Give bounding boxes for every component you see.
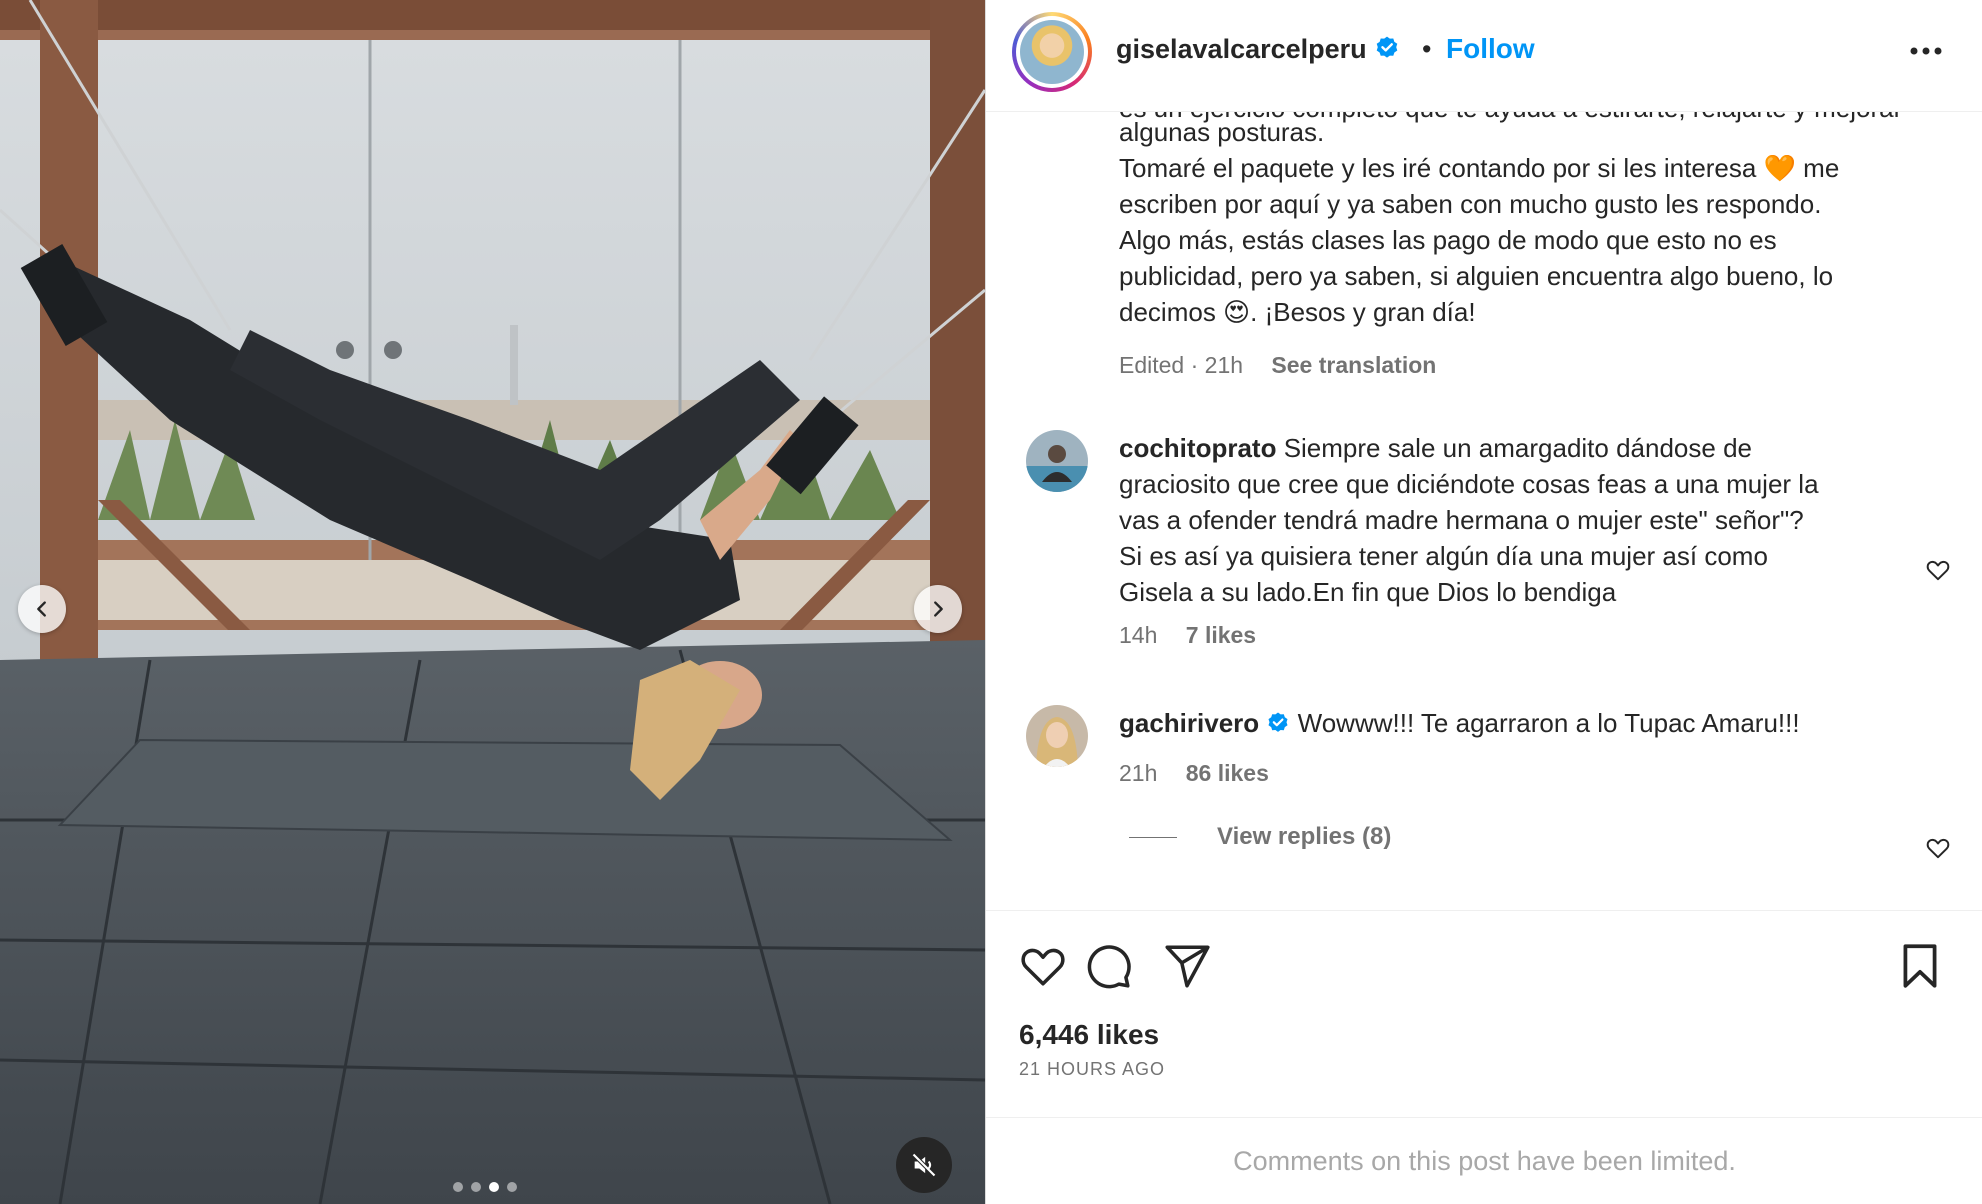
replies-divider-line bbox=[1129, 836, 1177, 838]
carousel-next-button[interactable] bbox=[914, 585, 962, 633]
comment-text: cochitoprato Siempre sale un amargadito … bbox=[1119, 430, 1919, 610]
comment-line: Siempre sale un amargadito dándose de bbox=[1283, 433, 1752, 463]
bookmark-icon[interactable] bbox=[1895, 941, 1945, 991]
comments-scroll-area[interactable]: es un ejercicio completo que te ayuda a … bbox=[986, 112, 1982, 910]
comment-time[interactable]: 21h bbox=[1119, 760, 1157, 786]
chevron-left-icon bbox=[37, 601, 46, 617]
heart-icon[interactable] bbox=[1018, 941, 1068, 991]
mute-toggle-button[interactable] bbox=[896, 1137, 952, 1193]
see-translation-link[interactable]: See translation bbox=[1271, 352, 1436, 378]
post-actions: 6,446 likes 21 HOURS AGO bbox=[986, 910, 1982, 1118]
commenter-avatar[interactable] bbox=[1026, 430, 1088, 492]
more-horizontal-icon bbox=[1910, 47, 1942, 55]
comment-text: gachirivero Wowww!!! Te agarraron a lo T… bbox=[1119, 705, 1919, 741]
comment-like-heart-icon[interactable] bbox=[1925, 835, 1951, 861]
comment-line: Wowww!!! Te agarraron a lo Tupac Amaru!!… bbox=[1297, 708, 1800, 738]
header-separator: • bbox=[1422, 34, 1432, 64]
verified-badge-icon bbox=[1376, 36, 1398, 58]
comment-likes-count[interactable]: 7 likes bbox=[1186, 622, 1256, 648]
post-header: giselavalcarcelperu • Follow bbox=[986, 0, 1982, 112]
view-replies-label[interactable]: View replies (8) bbox=[1217, 823, 1391, 851]
carousel-dot bbox=[471, 1182, 481, 1192]
caption-line: decimos 😍. ¡Besos y gran día! bbox=[1119, 297, 1476, 327]
comment-meta: 21h 86 likes bbox=[1119, 760, 1269, 787]
comment-like-heart-icon[interactable] bbox=[1925, 557, 1951, 583]
comment-time[interactable]: 14h bbox=[1119, 622, 1157, 648]
carousel-prev-button[interactable] bbox=[18, 585, 66, 633]
chevron-right-icon bbox=[934, 601, 943, 617]
carousel-indicator bbox=[453, 1182, 517, 1192]
caption-line: Algo más, estás clases las pago de modo … bbox=[1119, 225, 1777, 255]
comment-line: Gisela a su lado.En fin que Dios lo bend… bbox=[1119, 577, 1617, 607]
commenter-avatar[interactable] bbox=[1026, 705, 1088, 767]
commenter-username[interactable]: gachirivero bbox=[1119, 708, 1259, 738]
post-caption: es un ejercicio completo que te ayuda a … bbox=[1119, 112, 1939, 330]
commenter-username[interactable]: cochitoprato bbox=[1119, 433, 1276, 463]
author-username-text[interactable]: giselavalcarcelperu bbox=[1116, 34, 1367, 64]
caption-line: escriben por aquí y ya saben con mucho g… bbox=[1119, 189, 1822, 219]
comment-line: vas a ofender tendrá madre hermana o muj… bbox=[1119, 505, 1804, 535]
post-media[interactable] bbox=[0, 0, 985, 1204]
author-username[interactable]: giselavalcarcelperu bbox=[1116, 34, 1400, 65]
caption-line-clipped: es un ejercicio completo que te ayuda a … bbox=[1119, 112, 1902, 126]
carousel-dot bbox=[489, 1182, 499, 1192]
carousel-dot bbox=[507, 1182, 517, 1192]
carousel-dot bbox=[453, 1182, 463, 1192]
post-likes-count[interactable]: 6,446 likes bbox=[1019, 1019, 1159, 1051]
caption-line: publicidad, pero ya saben, si alguien en… bbox=[1119, 261, 1834, 291]
comment-likes-count[interactable]: 86 likes bbox=[1186, 760, 1269, 786]
caption-meta: Edited · 21h See translation bbox=[1119, 352, 1436, 379]
author-avatar[interactable] bbox=[1012, 12, 1092, 92]
comment-line: graciosito que cree que diciéndote cosas… bbox=[1119, 469, 1819, 499]
caption-edited-time: Edited · 21h bbox=[1119, 352, 1244, 378]
comments-limited-notice: Comments on this post have been limited. bbox=[986, 1117, 1982, 1204]
paper-plane-icon[interactable] bbox=[1162, 941, 1212, 991]
more-options-button[interactable] bbox=[1901, 26, 1951, 76]
comment-bubble-icon[interactable] bbox=[1083, 941, 1133, 991]
comment-line: Si es así ya quisiera tener algún día un… bbox=[1119, 541, 1768, 571]
follow-button[interactable]: Follow bbox=[1446, 33, 1535, 65]
post-video-frame bbox=[0, 0, 985, 1204]
post-timestamp[interactable]: 21 HOURS AGO bbox=[1019, 1059, 1165, 1080]
comment-meta: 14h 7 likes bbox=[1119, 622, 1256, 649]
view-replies-button[interactable]: View replies (8) bbox=[1129, 823, 1391, 851]
post-details-panel: giselavalcarcelperu • Follow es un ejerc… bbox=[985, 0, 1982, 1204]
caption-line: Tomaré el paquete y les iré contando por… bbox=[1119, 153, 1840, 183]
verified-badge-icon bbox=[1268, 712, 1288, 732]
speaker-muted-icon bbox=[912, 1153, 936, 1177]
